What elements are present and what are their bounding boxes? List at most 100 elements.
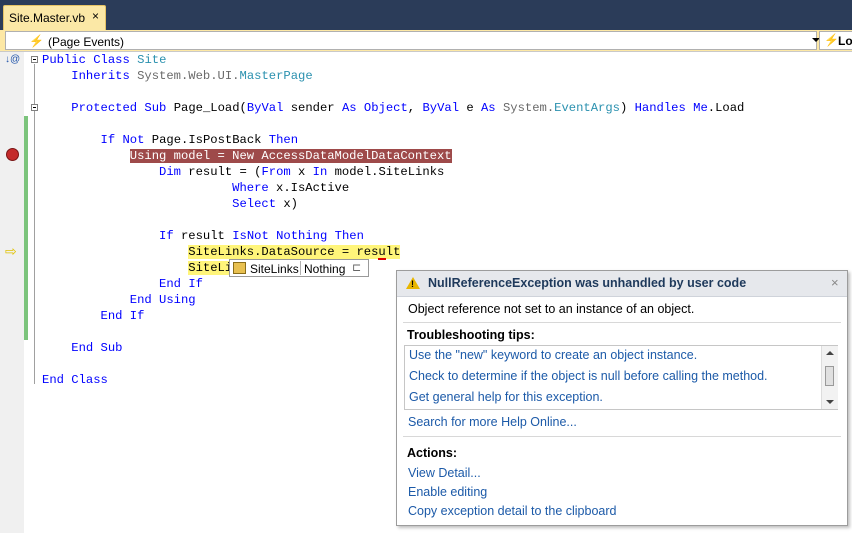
bookmark-icon: ↓@	[5, 54, 21, 65]
datatip-value: Nothing	[304, 262, 346, 276]
code-token: Class	[71, 373, 108, 387]
tab-label: Site.Master.vb	[9, 11, 86, 25]
code-token: Dim	[159, 165, 181, 179]
code-token: Sub	[144, 101, 167, 115]
code-token: Public	[42, 53, 86, 67]
datatip-name: SiteLinks	[250, 262, 299, 276]
collapse-sub-icon[interactable]	[31, 104, 38, 111]
code-token: Nothing	[276, 229, 328, 243]
code-token: End	[71, 341, 94, 355]
troubleshooting-tips-list[interactable]: Use the "new" keyword to create an objec…	[404, 345, 838, 410]
indicator-margin[interactable]	[0, 52, 24, 533]
pin-icon[interactable]: ⊏	[352, 261, 361, 274]
code-token: Page_Load(	[173, 101, 247, 115]
code-token: From	[261, 165, 291, 179]
code-token: Page.IsPostBack	[144, 133, 269, 147]
code-line-16: End Class	[42, 372, 108, 388]
code-token: Not	[122, 133, 145, 147]
code-line-12: End If	[42, 276, 203, 292]
members-dropdown[interactable]: ⚡ (Page Events)	[5, 31, 820, 50]
code-token: Site	[137, 53, 167, 67]
code-line-6: Dim result = (From x In model.SiteLinks	[42, 164, 444, 180]
code-token: ByVal	[246, 101, 284, 115]
code-token: End	[159, 277, 181, 291]
close-icon[interactable]: ×	[92, 9, 99, 23]
breakpoint-icon[interactable]	[6, 148, 19, 161]
code-token: System.	[502, 101, 555, 115]
enable-editing-link[interactable]: Enable editing	[408, 485, 487, 499]
collapse-class-icon[interactable]	[31, 56, 38, 63]
code-line-9: If result IsNot Nothing Then	[42, 228, 364, 244]
lightning-icon: ⚡	[29, 34, 44, 48]
code-token: End	[129, 293, 152, 307]
code-token: Protected	[71, 101, 138, 115]
code-token: result	[173, 229, 233, 243]
code-line-15: End Sub	[42, 340, 123, 356]
datatip[interactable]: SiteLinks Nothing ⊏	[229, 259, 369, 277]
code-token: Handles	[634, 101, 686, 115]
code-token: sender	[283, 101, 342, 115]
code-token: MasterPage	[239, 69, 313, 83]
code-token: If	[129, 309, 145, 323]
code-token: End	[100, 309, 123, 323]
change-tracking-bar	[24, 116, 28, 340]
view-detail-link[interactable]: View Detail...	[408, 466, 481, 480]
datatip-separator	[300, 261, 301, 275]
code-token: .Load	[707, 101, 745, 115]
navigation-bar: ⚡ (Page Events) ⚡ Lo	[0, 30, 852, 52]
code-line-3: Protected Sub Page_Load(ByVal sender As …	[42, 100, 744, 116]
code-token: Then	[268, 133, 299, 147]
copy-exception-detail-link[interactable]: Copy exception detail to the clipboard	[408, 504, 616, 518]
tab-site-master-vb[interactable]: Site.Master.vb ×	[3, 5, 106, 30]
tip-link[interactable]: Check to determine if the object is null…	[409, 369, 768, 383]
code-token: ByVal	[422, 101, 460, 115]
code-token: As	[480, 101, 496, 115]
code-token: x	[290, 165, 313, 179]
troubleshooting-tips-header: Troubleshooting tips:	[407, 328, 535, 342]
code-token: model.SiteLinks	[327, 165, 445, 179]
code-token: )	[619, 101, 635, 115]
breakpoint-highlight: Using model = New AccessDataModelDataCon…	[129, 149, 452, 163]
code-token: ,	[407, 101, 423, 115]
code-token: x.IsActive	[268, 181, 350, 195]
current-statement-arrow-icon: ⇨	[5, 243, 17, 259]
tip-link[interactable]: Use the "new" keyword to create an objec…	[409, 348, 697, 362]
divider	[403, 322, 841, 323]
code-token: Where	[232, 181, 269, 195]
warning-mark: !	[411, 279, 414, 289]
code-token: IsNot	[232, 229, 269, 243]
code-token: Class	[93, 53, 130, 67]
code-token: Object	[363, 101, 408, 115]
code-token: If	[100, 133, 116, 147]
lightning-icon: ⚡	[824, 33, 839, 47]
code-line-8: Select x)	[42, 196, 298, 212]
tips-scrollbar[interactable]	[821, 346, 838, 409]
close-icon[interactable]: ×	[831, 275, 839, 290]
code-line-7: Where x.IsActive	[42, 180, 349, 196]
events-dropdown-value: Lo	[838, 34, 852, 48]
members-dropdown-value: (Page Events)	[48, 35, 125, 49]
exception-title-bar: ! NullReferenceException was unhandled b…	[397, 271, 847, 297]
exception-message: Object reference not set to an instance …	[408, 302, 695, 316]
code-line-10-current: SiteLinks.DataSource = result	[42, 244, 401, 260]
scroll-thumb[interactable]	[825, 366, 834, 386]
scroll-down-icon[interactable]	[826, 400, 834, 404]
code-token: As	[341, 101, 357, 115]
code-token: Select	[232, 197, 277, 211]
search-help-online-link[interactable]: Search for more Help Online...	[408, 415, 577, 429]
tip-link[interactable]: Get general help for this exception.	[409, 390, 603, 404]
code-line-11: SiteLir	[42, 260, 240, 276]
code-token: Then	[334, 229, 364, 243]
events-dropdown[interactable]: ⚡ Lo	[819, 31, 852, 50]
current-statement-highlight: SiteLinks.DataSource = result	[188, 245, 401, 259]
code-token: System.Web.UI.	[137, 69, 240, 83]
scroll-up-icon[interactable]	[826, 351, 834, 355]
error-squiggle	[378, 258, 386, 260]
code-token: End	[42, 373, 64, 387]
actions-header: Actions:	[407, 446, 457, 460]
code-token: e	[459, 101, 481, 115]
code-token: result = (	[180, 165, 262, 179]
code-token: Sub	[100, 341, 123, 355]
code-token: x)	[276, 197, 298, 211]
code-token: EventArgs	[554, 101, 620, 115]
